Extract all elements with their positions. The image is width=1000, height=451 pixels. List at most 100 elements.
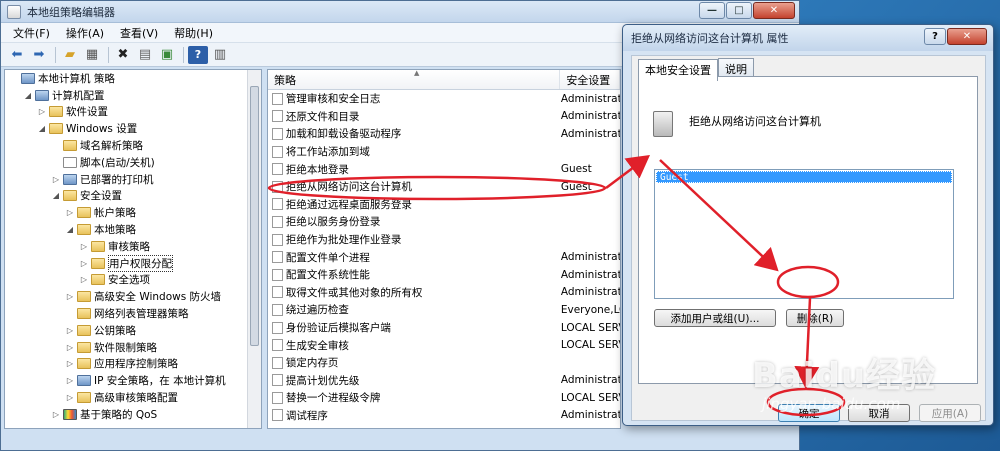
tree-item-label: 应用程序控制策略 [94,358,178,371]
tree-item[interactable]: ▷ 用户权限分配 [5,254,261,272]
expand-arrow-icon[interactable]: ▷ [65,343,75,352]
tree-item[interactable]: 脚本(启动/关机) [5,154,261,171]
help-icon[interactable]: ? [188,45,208,64]
tree-item[interactable]: ▷ 软件限制策略 [5,339,261,356]
policy-setting: Administrat [560,127,620,140]
up-folder-icon[interactable]: ▰ [60,46,80,64]
policy-row[interactable]: 管理审核和安全日志 Administrat [268,90,620,108]
folder-icon [49,106,63,118]
expand-arrow-icon[interactable]: ▷ [65,359,75,368]
policy-row[interactable]: 替换一个进程级令牌 LOCAL SERV [268,389,620,407]
tree-item[interactable]: 网络列表管理器策略 [5,305,261,322]
policy-name: 拒绝本地登录 [285,163,349,176]
export-icon[interactable]: ▣ [157,46,177,64]
expand-arrow-icon[interactable]: ▷ [65,208,75,217]
view-icon[interactable]: ▥ [210,46,230,64]
menu-view[interactable]: 查看(V) [112,25,166,41]
policy-icon [272,251,283,264]
expand-arrow-icon[interactable]: ▷ [37,107,47,116]
policy-row[interactable]: 拒绝通过远程桌面服务登录 [268,196,620,214]
tree-item[interactable]: ▷ 软件设置 [5,104,261,121]
expand-arrow-icon[interactable]: ▷ [51,410,61,419]
tree-item[interactable]: ▷ IP 安全策略，在 本地计算机 [5,372,261,389]
collapse-arrow-icon[interactable]: ◢ [23,91,33,100]
policy-row[interactable]: 生成安全审核 LOCAL SERV [268,336,620,354]
dialog-controls: ? ✕ [924,28,987,45]
user-group-list[interactable]: Guest [654,169,954,299]
properties-icon[interactable]: ▤ [135,46,155,64]
tree-item[interactable]: ▷ 公钥策略 [5,322,261,339]
expand-arrow-icon[interactable]: ▷ [79,275,89,284]
expand-arrow-icon[interactable]: ▷ [65,376,75,385]
menu-action[interactable]: 操作(A) [58,25,112,41]
minimize-button[interactable]: — [699,2,725,19]
back-arrow-icon[interactable]: ⬅ [7,46,27,64]
maximize-button[interactable]: □ [726,2,752,19]
scrollbar-thumb[interactable] [250,86,259,346]
close-button[interactable]: ✕ [753,2,795,19]
policy-setting: Administrat [560,110,620,123]
menu-help[interactable]: 帮助(H) [166,25,221,41]
user-list-item[interactable]: Guest [656,171,952,183]
policy-name: 拒绝通过远程桌面服务登录 [285,198,412,211]
tree-scrollbar[interactable] [247,70,261,428]
policy-row[interactable]: 加载和卸载设备驱动程序 Administrat [268,125,620,143]
tree-item[interactable]: ▷ 基于策略的 QoS [5,406,261,423]
policy-row[interactable]: 身份验证后模拟客户端 LOCAL SERV [268,319,620,337]
dialog-help-button[interactable]: ? [924,28,946,45]
tree-item[interactable]: ▷ 审核策略 [5,238,261,255]
tree-item[interactable]: ◢ 计算机配置 [5,87,261,104]
tree-item[interactable]: 域名解析策略 [5,137,261,154]
policy-setting: Everyone,LO [560,303,620,316]
policy-row[interactable]: 提高计划优先级 Administrat [268,372,620,390]
tree-item[interactable]: 本地计算机 策略 [5,70,261,87]
menu-file[interactable]: 文件(F) [5,25,58,41]
tree-item[interactable]: ▷ 高级审核策略配置 [5,389,261,406]
expand-arrow-icon[interactable]: ▷ [79,259,89,268]
tree-item-label: 本地策略 [94,224,136,237]
policy-row[interactable]: 绕过遍历检查 Everyone,LO [268,301,620,319]
policy-row[interactable]: 将工作站添加到域 [268,143,620,161]
policy-row[interactable]: 配置文件系统性能 Administrat [268,266,620,284]
policy-row[interactable]: 拒绝作为批处理作业登录 [268,231,620,249]
column-header-policy[interactable]: 策略 ▲ [268,70,561,89]
policy-setting: Administrat [560,374,620,387]
expand-arrow-icon[interactable]: ▷ [65,393,75,402]
policy-row[interactable]: 还原文件和目录 Administrat [268,108,620,126]
tree-item[interactable]: ◢ Windows 设置 [5,120,261,137]
tree-item[interactable]: ◢ 本地策略 [5,221,261,238]
expand-arrow-icon[interactable]: ▷ [65,326,75,335]
expand-arrow-icon[interactable]: ▷ [79,242,89,251]
policy-row[interactable]: 配置文件单个进程 Administrat [268,248,620,266]
remove-button[interactable]: 删除(R) [786,309,844,327]
policy-name: 身份验证后模拟客户端 [285,322,391,335]
collapse-arrow-icon[interactable]: ◢ [37,124,47,133]
folder-icon [77,392,91,404]
policy-row[interactable]: 取得文件或其他对象的所有权 Administrat [268,284,620,302]
expand-arrow-icon[interactable]: ▷ [65,292,75,301]
policy-setting: LOCAL SERV [560,321,620,334]
tree-item[interactable]: ▷ 应用程序控制策略 [5,356,261,373]
tree-item[interactable]: ▷ 安全选项 [5,272,261,289]
tree-item[interactable]: ▷ 帐户策略 [5,204,261,221]
column-header-setting[interactable]: 安全设置 [560,70,620,89]
policy-row[interactable]: 锁定内存页 [268,354,620,372]
expand-arrow-icon[interactable]: ▷ [51,175,61,184]
tree-item[interactable]: ▷ 高级安全 Windows 防火墙 [5,288,261,305]
collapse-arrow-icon[interactable]: ◢ [51,191,61,200]
policy-row[interactable]: 拒绝从网络访问这台计算机 Guest [268,178,620,196]
policy-row[interactable]: 调试程序 Administrat [268,407,620,425]
dialog-close-button[interactable]: ✕ [947,28,987,45]
tree-item-label: 高级审核策略配置 [94,392,178,405]
tree-item[interactable]: ▷ 已部署的打印机 [5,171,261,188]
delete-icon[interactable]: ✖ [113,46,133,64]
tree-item[interactable]: ◢ 安全设置 [5,188,261,205]
add-user-or-group-button[interactable]: 添加用户或组(U)... [654,309,776,327]
tab-local-security-setting[interactable]: 本地安全设置 [638,59,718,81]
show-hide-tree-icon[interactable]: ▦ [82,46,102,64]
policy-row[interactable]: 拒绝以服务身份登录 [268,213,620,231]
collapse-arrow-icon[interactable]: ◢ [65,225,75,234]
policy-row[interactable]: 拒绝本地登录 Guest [268,160,620,178]
forward-arrow-icon[interactable]: ➡ [29,46,49,64]
policy-setting: Guest [560,180,592,193]
